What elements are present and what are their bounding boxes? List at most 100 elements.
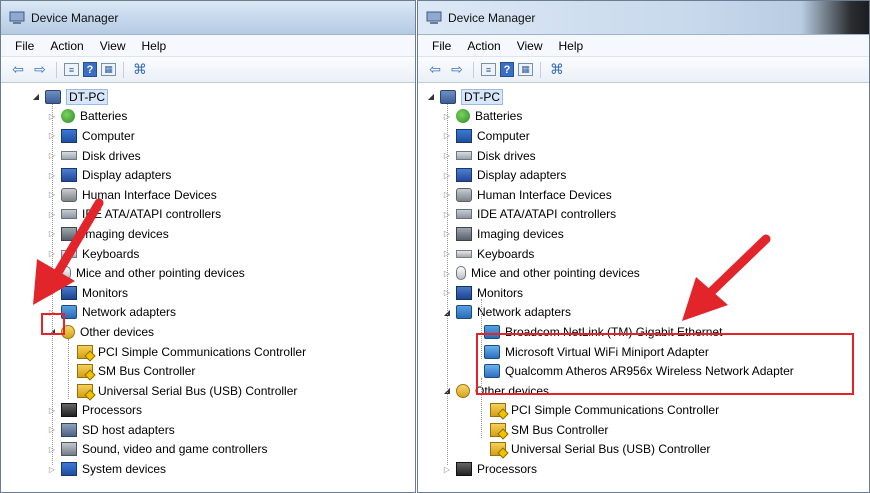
tree-item-label: IDE ATA/ATAPI controllers xyxy=(82,207,222,222)
view-list-icon[interactable]: ▦ xyxy=(518,63,533,76)
tree-item-imaging[interactable]: ▷ Imaging devices xyxy=(418,224,869,244)
tree-item-hid[interactable]: ▷ Human Interface Devices xyxy=(418,185,869,205)
menu-view[interactable]: View xyxy=(509,39,551,53)
tree-item-label: Display adapters xyxy=(477,168,567,183)
mouse-icon xyxy=(61,266,71,281)
tree-item-processors[interactable]: ▷ Processors xyxy=(418,459,869,479)
tree-item-label: Network adapters xyxy=(477,305,572,320)
title-bar[interactable]: Device Manager xyxy=(418,1,869,35)
tree-item-pci-controller[interactable]: PCI Simple Communications Controller xyxy=(1,342,415,362)
tree-item-keyboards[interactable]: ▷ Keyboards xyxy=(1,244,415,264)
tree-item-batteries[interactable]: ▷ Batteries xyxy=(418,107,869,127)
tree-item-usb-controller[interactable]: Universal Serial Bus (USB) Controller xyxy=(418,440,869,460)
tree-item-keyboards[interactable]: ▷ Keyboards xyxy=(418,244,869,264)
tree-item-ide[interactable]: ▷ IDE ATA/ATAPI controllers xyxy=(1,205,415,225)
tree-item-disk-drives[interactable]: ▷ Disk drives xyxy=(1,146,415,166)
window-title: Device Manager xyxy=(31,10,119,25)
collapse-arrow-icon[interactable]: ◢ xyxy=(31,92,41,101)
tree-item-sound[interactable]: ▷ Sound, video and game controllers xyxy=(1,440,415,460)
computer-root-icon xyxy=(45,89,61,104)
device-tree: ◢ DT-PC ▷ Batteries ▷ Computer ▷ Disk drive… xyxy=(418,83,869,479)
toolbar-separator xyxy=(123,61,124,78)
sound-icon xyxy=(61,442,77,457)
toolbar: ⇦ ⇨ ≡ ? ▦ ⌘ xyxy=(418,57,869,83)
toolbar-separator xyxy=(540,61,541,78)
device-manager-app-icon xyxy=(426,11,442,25)
menu-view[interactable]: View xyxy=(92,39,134,53)
computer-icon xyxy=(61,128,77,143)
menu-help[interactable]: Help xyxy=(134,39,175,53)
tree-item-disk-drives[interactable]: ▷ Disk drives xyxy=(418,146,869,166)
tree-item-imaging[interactable]: ▷ Imaging devices xyxy=(1,224,415,244)
help-icon[interactable]: ? xyxy=(83,62,97,77)
tree-item-system-devices[interactable]: ▷ System devices xyxy=(1,459,415,479)
tree-item-label: Display adapters xyxy=(82,168,172,183)
tree-item-computer[interactable]: ▷ Computer xyxy=(1,126,415,146)
tree-root[interactable]: ◢ DT-PC xyxy=(1,87,415,107)
tree-item-hid[interactable]: ▷ Human Interface Devices xyxy=(1,185,415,205)
computer-root-icon xyxy=(440,89,456,104)
tree-item-label: Computer xyxy=(477,128,530,143)
menu-action[interactable]: Action xyxy=(42,39,91,53)
tree-item-batteries[interactable]: ▷ Batteries xyxy=(1,107,415,127)
help-icon[interactable]: ? xyxy=(500,62,514,77)
toolbar: ⇦ ⇨ ≡ ? ▦ ⌘ xyxy=(1,57,415,83)
menu-file[interactable]: File xyxy=(7,39,42,53)
tree-item-label: SD host adapters xyxy=(82,422,175,437)
properties-icon[interactable]: ≡ xyxy=(64,63,79,76)
tree-item-sm-bus[interactable]: SM Bus Controller xyxy=(418,420,869,440)
forward-arrow-icon[interactable]: ⇨ xyxy=(31,61,49,79)
battery-icon xyxy=(456,109,470,124)
forward-arrow-icon[interactable]: ⇨ xyxy=(448,61,466,79)
collapse-arrow-icon[interactable]: ◢ xyxy=(426,92,436,101)
tree-item-ide[interactable]: ▷ IDE ATA/ATAPI controllers xyxy=(418,205,869,225)
tree-item-pci-controller[interactable]: PCI Simple Communications Controller xyxy=(418,401,869,421)
scan-hardware-icon[interactable]: ⌘ xyxy=(131,61,149,79)
tree-item-network-adapters[interactable]: ◢ Network adapters xyxy=(418,303,869,323)
tree-item-label: Network adapters xyxy=(82,305,177,320)
network-adapter-icon xyxy=(456,305,472,320)
ide-controller-icon xyxy=(61,209,77,220)
hid-icon xyxy=(456,187,472,202)
highlight-box-network-adapters xyxy=(476,333,854,395)
tree-item-label: Batteries xyxy=(80,109,128,124)
tree-item-label: PCI Simple Communications Controller xyxy=(511,403,720,418)
properties-icon[interactable]: ≡ xyxy=(481,63,496,76)
root-label: DT-PC xyxy=(66,88,108,105)
tree-item-display-adapters[interactable]: ▷ Display adapters xyxy=(418,165,869,185)
disk-drive-icon xyxy=(61,151,77,161)
tree-item-label: Other devices xyxy=(80,324,155,339)
menu-bar: File Action View Help xyxy=(1,35,415,57)
tree-item-computer[interactable]: ▷ Computer xyxy=(418,126,869,146)
tree-item-label: Disk drives xyxy=(82,148,141,163)
tree-item-sm-bus[interactable]: SM Bus Controller xyxy=(1,361,415,381)
view-list-icon[interactable]: ▦ xyxy=(101,63,116,76)
tree-item-label: Universal Serial Bus (USB) Controller xyxy=(98,383,298,398)
tree-item-label: Universal Serial Bus (USB) Controller xyxy=(511,442,711,457)
tree-item-mice[interactable]: ▷ Mice and other pointing devices xyxy=(418,263,869,283)
menu-action[interactable]: Action xyxy=(459,39,508,53)
tree-item-label: SM Bus Controller xyxy=(511,422,609,437)
menu-file[interactable]: File xyxy=(424,39,459,53)
menu-bar: File Action View Help xyxy=(418,35,869,57)
tree-item-monitors[interactable]: ▷ Monitors xyxy=(418,283,869,303)
title-bar[interactable]: Device Manager xyxy=(1,1,415,35)
menu-help[interactable]: Help xyxy=(551,39,592,53)
imaging-device-icon xyxy=(456,226,472,241)
expand-arrow-icon[interactable]: ▷ xyxy=(442,465,452,474)
back-arrow-icon[interactable]: ⇦ xyxy=(426,61,444,79)
tree-item-mice[interactable]: ▷ Mice and other pointing devices xyxy=(1,263,415,283)
tree-item-sd-host[interactable]: ▷ SD host adapters xyxy=(1,420,415,440)
tree-item-display-adapters[interactable]: ▷ Display adapters xyxy=(1,165,415,185)
back-arrow-icon[interactable]: ⇦ xyxy=(9,61,27,79)
tree-item-processors[interactable]: ▷ Processors xyxy=(1,401,415,421)
tree-item-label: Processors xyxy=(477,462,538,477)
tree-item-label: Imaging devices xyxy=(477,226,564,241)
expand-arrow-icon[interactable]: ▷ xyxy=(47,465,57,474)
tree-root[interactable]: ◢ DT-PC xyxy=(418,87,869,107)
scan-hardware-icon[interactable]: ⌘ xyxy=(548,61,566,79)
tree-item-usb-controller[interactable]: Universal Serial Bus (USB) Controller xyxy=(1,381,415,401)
warning-device-icon xyxy=(77,364,96,381)
tree-item-monitors[interactable]: ▷ Monitors xyxy=(1,283,415,303)
hid-icon xyxy=(61,187,77,202)
